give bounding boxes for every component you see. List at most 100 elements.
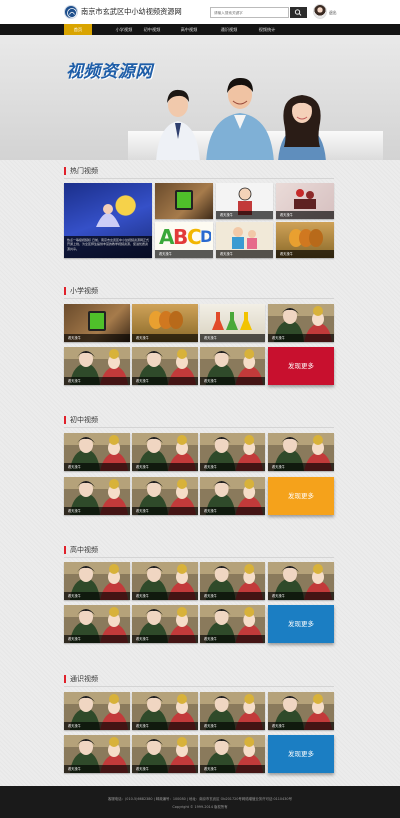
video-thumb[interactable]: 看天找牛 [132,692,198,730]
section-divider [64,427,334,428]
search-input[interactable] [210,7,289,18]
thumb-caption: 看天找牛 [64,334,130,342]
nav-item-senior[interactable]: 高中视频 [173,24,205,35]
nav-item-general[interactable]: 通识视频 [213,24,245,35]
video-thumb[interactable]: 看天找牛 [64,347,130,385]
video-thumb[interactable]: 看天找牛 [64,477,130,515]
video-thumb[interactable]: 看天找牛 [276,183,334,219]
thumb-art [212,312,252,330]
thumb-caption: 看天找牛 [64,377,130,385]
thumb-caption: 看天找牛 [64,722,130,730]
video-thumb[interactable]: 看天找牛 [200,562,265,600]
thumb-caption: 看天找牛 [132,507,198,515]
video-thumb[interactable]: 看天找牛 [268,562,334,600]
video-thumb[interactable]: 看天找牛 [216,183,273,219]
logout-link[interactable]: 退出 [329,10,337,16]
user-avatar[interactable] [313,4,327,19]
thumb-caption: 看天找牛 [268,463,334,471]
thumb-caption: 看天找牛 [132,377,198,385]
nav-item-home[interactable]: 首页 [64,24,92,35]
discover-more-senior-button[interactable]: 发现更多 [268,605,334,643]
video-thumb[interactable]: 看天找牛 [200,347,265,385]
video-thumb[interactable]: 看天找牛 [132,477,198,515]
hero-banner: 视频资源网 [0,35,400,160]
section-title-primary[interactable]: 小学视频 [64,287,98,295]
svg-text:B: B [173,225,188,249]
video-thumb[interactable] [155,183,213,219]
video-thumb[interactable]: 看天找牛 [268,433,334,471]
thumb-caption: 看天找牛 [216,250,273,258]
section-title-senior[interactable]: 高中视频 [64,546,98,554]
discover-more-junior-button[interactable]: 发现更多 [268,477,334,515]
site-title[interactable]: 南京市玄武区中小幼视频资源网 [81,7,182,17]
video-thumb[interactable]: 看天找牛 [132,735,198,773]
video-thumb[interactable]: 看天找牛 [64,433,130,471]
video-thumb[interactable]: 看天找牛 [132,304,198,342]
video-thumb[interactable]: 看天找牛 [132,433,198,471]
nav-item-junior[interactable]: 初中视频 [136,24,168,35]
discover-more-primary-button[interactable]: 发现更多 [268,347,334,385]
video-thumb[interactable]: 看天找牛 [200,735,265,773]
thumb-art: ABCD [159,225,211,249]
search-button[interactable] [290,7,307,18]
video-thumb[interactable]: 看天找牛 [276,222,334,258]
video-thumb[interactable]: 看天找牛 [268,692,334,730]
video-thumb[interactable]: 看天找牛 [200,304,265,342]
thumb-caption: 看天找牛 [132,592,198,600]
thumb-art [294,189,316,209]
thumb-caption: 看天找牛 [132,463,198,471]
thumb-caption: 看天找牛 [200,463,265,471]
video-thumb[interactable]: 看天找牛 [200,433,265,471]
video-thumb[interactable]: 看天找牛 [64,304,130,342]
thumb-art [96,204,120,227]
thumb-caption: 看天找牛 [64,592,130,600]
video-thumb[interactable]: 看天找牛 [132,347,198,385]
nav-item-stats[interactable]: 视频统计 [251,24,283,35]
thumb-caption: 看天找牛 [132,635,198,643]
footer-copyright: Copyright © 1999-2014 版权所有 [172,805,228,809]
thumb-caption: 看天找牛 [216,211,273,219]
thumb-caption: 看天找牛 [200,507,265,515]
thumb-caption: 看天找牛 [268,722,334,730]
search-icon [294,9,302,16]
svg-text:D: D [200,227,211,246]
video-thumb[interactable]: 看天找牛 [64,735,130,773]
video-thumb[interactable]: 看天找牛 [200,605,265,643]
thumb-caption: 看天找牛 [132,334,198,342]
page-footer: 客服电话：(010-5)6682380 | 邮政编号：100080 | 地址：南… [0,786,400,818]
video-thumb[interactable]: 看天找牛 [64,692,130,730]
thumb-art [289,229,323,247]
thumb-caption: 看天找牛 [64,463,130,471]
thumb-art [175,190,193,210]
section-title-hot[interactable]: 热门视频 [64,167,98,175]
section-title-junior[interactable]: 初中视频 [64,416,98,424]
thumb-caption: 看天找牛 [200,334,265,342]
section-title-general[interactable]: 通识视频 [64,675,98,683]
video-thumb[interactable]: 看天找牛 [216,222,273,258]
section-divider [64,557,334,558]
thumb-caption: 看天找牛 [64,765,130,773]
thumb-art [232,227,257,249]
video-thumb[interactable]: 看天找牛 [64,562,130,600]
video-thumb-featured[interactable]: 热点一等级视频标 日前，南京市玄武区中小幼视频资源网正式开通上线，为全区师生提供… [64,183,152,258]
video-thumb[interactable]: 看天找牛 [132,562,198,600]
video-thumb[interactable]: 看天找牛 [64,605,130,643]
thumb-art [88,311,106,331]
school-logo[interactable] [64,5,78,19]
video-thumb[interactable]: 看天找牛 [200,692,265,730]
thumb-art [149,311,183,329]
video-thumb[interactable]: 看天找牛 [268,304,334,342]
section-divider [64,298,334,299]
banner-student-center [206,77,274,160]
thumb-caption: 看天找牛 [64,507,130,515]
thumb-caption: 看天找牛 [132,765,198,773]
thumb-caption: 看天找牛 [200,377,265,385]
discover-more-general-button[interactable]: 发现更多 [268,735,334,773]
thumb-caption: 看天找牛 [200,635,265,643]
thumb-caption: 看天找牛 [155,250,213,258]
video-thumb[interactable]: 看天找牛 [200,477,265,515]
top-header: 南京市玄武区中小幼视频资源网 退出 [0,0,400,24]
video-thumb[interactable]: 看天找牛 [132,605,198,643]
thumb-caption: 看天找牛 [200,592,265,600]
video-thumb[interactable]: ABCD 看天找牛 [155,222,213,258]
